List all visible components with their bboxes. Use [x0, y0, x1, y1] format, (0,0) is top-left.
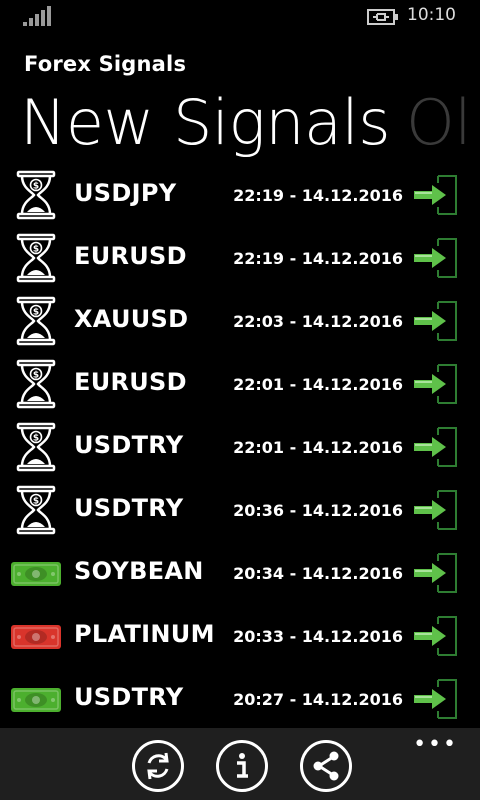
- signal-row[interactable]: $ XAUUSD 22:03 - 14.12.2016: [0, 288, 480, 351]
- signal-pair: SOYBEAN: [74, 557, 204, 585]
- info-icon: [237, 753, 248, 778]
- signal-status-icon: $: [10, 170, 62, 220]
- signal-status-icon: $: [10, 233, 62, 283]
- hourglass-dollar-icon: $: [16, 296, 56, 346]
- open-signal-button[interactable]: [414, 426, 458, 468]
- signal-time: 20:33 - 14.12.2016: [233, 627, 403, 646]
- signal-time: 20:34 - 14.12.2016: [233, 564, 403, 583]
- enter-arrow-icon: [414, 301, 457, 341]
- signal-row[interactable]: $ EURUSD 22:19 - 14.12.2016: [0, 225, 480, 288]
- green-banknote-icon: [11, 688, 61, 712]
- enter-arrow-icon: [414, 238, 457, 278]
- signal-pair: EURUSD: [74, 368, 187, 396]
- signal-pair: USDJPY: [74, 179, 177, 207]
- pivot-next-title[interactable]: Ol: [406, 86, 472, 159]
- hourglass-dollar-icon: $: [16, 485, 56, 535]
- pivot-header: New Signals Ol: [20, 86, 472, 159]
- app-bar: •••: [0, 728, 480, 800]
- red-banknote-icon: [11, 625, 61, 649]
- svg-text:$: $: [33, 371, 39, 381]
- signal-status-icon: $: [10, 422, 62, 472]
- signal-pair: USDTRY: [74, 494, 184, 522]
- hourglass-dollar-icon: $: [16, 422, 56, 472]
- signal-pair: PLATINUM: [74, 620, 215, 648]
- svg-text:$: $: [33, 434, 39, 444]
- open-signal-button[interactable]: [414, 237, 458, 279]
- signal-time: 22:01 - 14.12.2016: [233, 438, 403, 457]
- battery-charging-icon: [367, 9, 398, 25]
- open-signal-button[interactable]: [414, 174, 458, 216]
- enter-arrow-icon: [414, 490, 457, 530]
- hourglass-dollar-icon: $: [16, 359, 56, 409]
- signal-status-icon: $: [10, 359, 62, 409]
- open-signal-button[interactable]: [414, 300, 458, 342]
- open-signal-button[interactable]: [414, 552, 458, 594]
- more-options-button[interactable]: •••: [413, 732, 458, 757]
- enter-arrow-icon: [414, 427, 457, 467]
- signal-pair: USDTRY: [74, 431, 184, 459]
- signal-pair: XAUUSD: [74, 305, 189, 333]
- signal-status-icon: [10, 611, 62, 661]
- enter-arrow-icon: [414, 175, 457, 215]
- hourglass-dollar-icon: $: [16, 170, 56, 220]
- enter-arrow-icon: [414, 364, 457, 404]
- signal-row[interactable]: $ EURUSD 22:01 - 14.12.2016: [0, 351, 480, 414]
- signal-row[interactable]: $ USDJPY 22:19 - 14.12.2016: [0, 162, 480, 225]
- signal-status-icon: $: [10, 485, 62, 535]
- signal-row[interactable]: PLATINUM 20:33 - 14.12.2016: [0, 603, 480, 666]
- share-button[interactable]: [300, 740, 352, 792]
- signal-time: 22:19 - 14.12.2016: [233, 249, 403, 268]
- signal-time: 22:01 - 14.12.2016: [233, 375, 403, 394]
- enter-arrow-icon: [414, 679, 457, 719]
- svg-text:$: $: [33, 245, 39, 255]
- green-banknote-icon: [11, 562, 61, 586]
- signal-strength-icon: [23, 6, 55, 26]
- enter-arrow-icon: [414, 616, 457, 656]
- signal-pair: USDTRY: [74, 683, 184, 711]
- open-signal-button[interactable]: [414, 615, 458, 657]
- signal-status-icon: [10, 674, 62, 724]
- svg-text:$: $: [33, 497, 39, 507]
- app-title: Forex Signals: [24, 52, 187, 76]
- signal-time: 20:36 - 14.12.2016: [233, 501, 403, 520]
- signal-time: 20:27 - 14.12.2016: [233, 690, 403, 709]
- status-bar: 10:10: [0, 0, 480, 34]
- signal-row[interactable]: $ USDTRY 22:01 - 14.12.2016: [0, 414, 480, 477]
- signal-status-icon: [10, 548, 62, 598]
- refresh-icon: [147, 752, 169, 780]
- signal-row[interactable]: USDTRY 20:27 - 14.12.2016: [0, 666, 480, 729]
- hourglass-dollar-icon: $: [16, 233, 56, 283]
- svg-text:$: $: [33, 182, 39, 192]
- signal-row[interactable]: $ USDTRY 20:36 - 14.12.2016: [0, 477, 480, 540]
- info-button[interactable]: [216, 740, 268, 792]
- pivot-current-title[interactable]: New Signals: [20, 86, 391, 159]
- signal-time: 22:19 - 14.12.2016: [233, 186, 403, 205]
- enter-arrow-icon: [414, 553, 457, 593]
- svg-text:$: $: [33, 308, 39, 318]
- clock: 10:10: [407, 5, 456, 25]
- share-icon: [313, 751, 339, 781]
- open-signal-button[interactable]: [414, 363, 458, 405]
- signal-status-icon: $: [10, 296, 62, 346]
- signal-row[interactable]: SOYBEAN 20:34 - 14.12.2016: [0, 540, 480, 603]
- signal-time: 22:03 - 14.12.2016: [233, 312, 403, 331]
- open-signal-button[interactable]: [414, 678, 458, 720]
- signal-pair: EURUSD: [74, 242, 187, 270]
- refresh-button[interactable]: [132, 740, 184, 792]
- open-signal-button[interactable]: [414, 489, 458, 531]
